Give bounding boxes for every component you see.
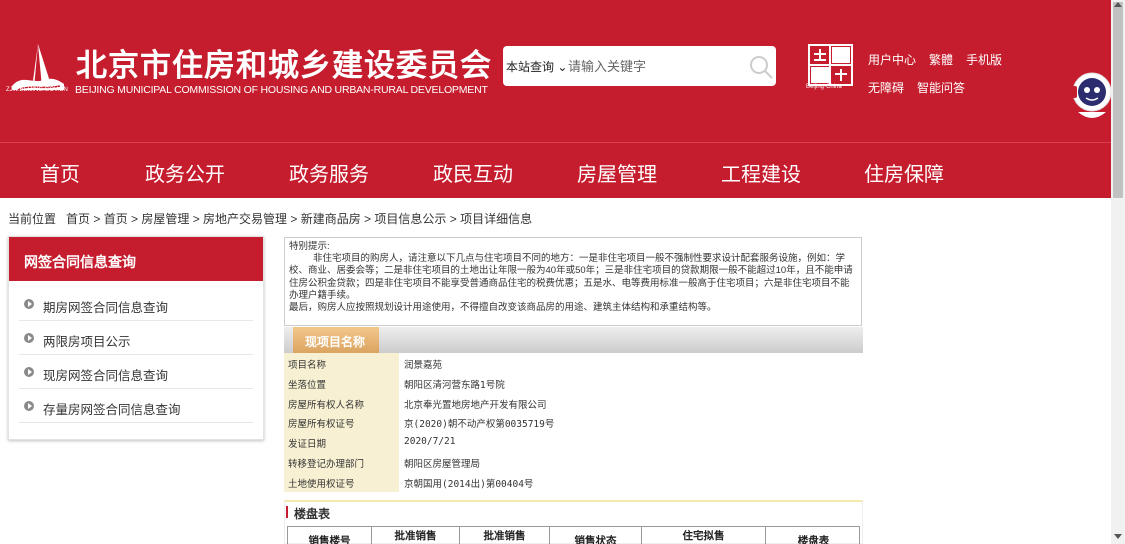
search-icon[interactable] bbox=[748, 54, 774, 80]
table-row: 房屋所有权人名称 北京奉光置地房地产开发有限公司 bbox=[284, 392, 863, 413]
assistant-robot-icon[interactable] bbox=[1068, 68, 1111, 124]
top-links-row-1: 用户中心 繁體 手机版 bbox=[868, 46, 1015, 74]
sidebar-item-label: 现房网签合同信息查询 bbox=[43, 369, 169, 383]
column-header: 批准销售 bbox=[372, 527, 460, 544]
row-label: 房屋所有权证号 bbox=[284, 412, 399, 433]
nav-engineering-construction[interactable]: 工程建设 bbox=[721, 158, 801, 187]
notice-heading: 特别提示: bbox=[289, 241, 330, 252]
breadcrumb-label: 当前位置 bbox=[8, 212, 57, 226]
row-label: 房屋所有权人名称 bbox=[284, 392, 399, 413]
row-label: 发证日期 bbox=[284, 432, 399, 452]
page: ZJW.BEIJING.GOV.CN 北京市住房和城乡建设委员会 BEIJING… bbox=[0, 0, 1125, 544]
table-row: 房屋所有权证号 京(2020)朝不动产权第0035719号 bbox=[284, 412, 863, 433]
sidebar-item-price-limited-housing[interactable]: 两限房项目公示 bbox=[19, 321, 253, 355]
arrow-bullet-icon bbox=[24, 367, 34, 377]
chevron-down-icon: ⌄ bbox=[554, 60, 568, 74]
project-detail-table: 项目名称 润景嘉苑 坐落位置 朝阳区清河营东路1号院 房屋所有权人名称 北京奉光置地房… bbox=[284, 353, 863, 492]
table-row: 项目名称 润景嘉苑 bbox=[284, 353, 863, 373]
row-value: 朝阳区清河营东路1号院 bbox=[404, 379, 505, 391]
nav-government-services[interactable]: 政务服务 bbox=[289, 158, 369, 187]
scrollbar-thumb[interactable] bbox=[1113, 2, 1123, 198]
table-row: 发证日期 2020/7/21 bbox=[284, 432, 863, 452]
nav-housing-security[interactable]: 住房保障 bbox=[864, 158, 944, 187]
scroll-up-icon[interactable] bbox=[1114, 2, 1122, 7]
notice-body: 非住宅项目的购房人，请注意以下几点与住宅项目不同的地方：一是非住宅项目一般不强制… bbox=[289, 253, 853, 301]
search-scope-label: 本站查询 bbox=[506, 60, 555, 74]
nav-housing-management[interactable]: 房屋管理 bbox=[577, 158, 657, 187]
arrow-bullet-icon bbox=[24, 401, 34, 411]
sidebar-item-label: 期房网签合同信息查询 bbox=[43, 301, 169, 315]
notice-last: 最后，购房人应按照规划设计用途使用，不得擅自改变该商品房的用途、建筑主体结构和承… bbox=[289, 302, 717, 314]
sidebar-item-label: 存量房网签合同信息查询 bbox=[43, 403, 181, 417]
arrow-bullet-icon bbox=[24, 333, 34, 343]
logo-domain: ZJW.BEIJING.GOV.CN bbox=[6, 87, 68, 93]
column-header: 销售楼号 bbox=[288, 527, 372, 544]
sidebar-item-existing-housing-contracts[interactable]: 存量房网签合同信息查询 bbox=[19, 389, 253, 423]
nav-public-interaction[interactable]: 政民互动 bbox=[433, 158, 513, 187]
sidebar: 网签合同信息查询 期房网签合同信息查询 两限房项目公示 现房网签合同信息查询 存… bbox=[8, 236, 264, 440]
table-row: 土地使用权证号 京朝国用(2014出)第00404号 bbox=[284, 471, 863, 492]
table-row: 坐落位置 朝阳区清河营东路1号院 bbox=[284, 372, 863, 393]
search-input[interactable] bbox=[568, 55, 738, 77]
search-scope-select[interactable]: 本站查询 ⌄ bbox=[506, 58, 567, 75]
building-table-title: 楼盘表 bbox=[285, 506, 331, 521]
arrow-bullet-icon bbox=[24, 299, 34, 309]
top-links: 用户中心 繁體 手机版 无障碍 智能问答 bbox=[868, 46, 1015, 102]
row-value: 朝阳区房屋管理局 bbox=[404, 458, 481, 470]
search-box: 本站查询 ⌄ bbox=[503, 46, 776, 86]
user-center-link[interactable]: 用户中心 bbox=[868, 53, 916, 67]
traditional-chinese-link[interactable]: 繁體 bbox=[929, 53, 953, 67]
building-table-header: 销售楼号 批准销售 批准销售 销售状态 住宅拟售 楼盘表 bbox=[287, 526, 860, 544]
sidebar-title: 网签合同信息查询 bbox=[9, 237, 263, 281]
column-header: 销售状态 bbox=[550, 527, 642, 544]
row-value: 京(2020)朝不动产权第0035719号 bbox=[404, 419, 555, 431]
smart-qa-link[interactable]: 智能问答 bbox=[917, 81, 965, 95]
breadcrumb-path[interactable]: 首页 > 首页 > 房屋管理 > 房地产交易管理 > 新建商品房 > 项目信息公… bbox=[66, 212, 532, 226]
row-label: 项目名称 bbox=[284, 353, 399, 373]
site-subtitle: BEIJING MUNICIPAL COMMISSION OF HOUSING … bbox=[75, 84, 488, 96]
column-header: 楼盘表 bbox=[797, 535, 830, 544]
row-label: 坐落位置 bbox=[284, 372, 399, 393]
row-value: 北京奉光置地房地产开发有限公司 bbox=[404, 399, 547, 411]
accessibility-link[interactable]: 无障碍 bbox=[868, 81, 904, 95]
main-nav: 首页 政务公开 政务服务 政民互动 房屋管理 工程建设 住房保障 bbox=[0, 142, 1111, 198]
scroll-down-icon[interactable] bbox=[1114, 534, 1122, 539]
column-header: 住宅拟售 bbox=[642, 527, 766, 544]
nav-government-affairs[interactable]: 政务公开 bbox=[145, 158, 225, 187]
section-tab-project-name: 现项目名称 bbox=[293, 327, 379, 353]
sidebar-item-completed-housing-contracts[interactable]: 现房网签合同信息查询 bbox=[19, 355, 253, 389]
nav-home[interactable]: 首页 bbox=[40, 158, 80, 187]
table-row: 转移登记办理部门 朝阳区房屋管理局 bbox=[284, 451, 863, 472]
row-value: 润景嘉苑 bbox=[404, 360, 443, 371]
site-title[interactable]: 北京市住房和城乡建设委员会 bbox=[76, 40, 492, 85]
sidebar-item-presale-contracts[interactable]: 期房网签合同信息查询 bbox=[19, 287, 253, 321]
column-header: 批准销售 bbox=[460, 527, 550, 544]
sidebar-item-label: 两限房项目公示 bbox=[43, 335, 131, 349]
row-value: 京朝国用(2014出)第00404号 bbox=[404, 478, 534, 490]
row-value: 2020/7/21 bbox=[404, 436, 456, 448]
mobile-version-link[interactable]: 手机版 bbox=[966, 53, 1002, 67]
site-header: ZJW.BEIJING.GOV.CN 北京市住房和城乡建设委员会 BEIJING… bbox=[0, 0, 1111, 142]
top-links-row-2: 无障碍 智能问答 bbox=[868, 74, 1015, 102]
special-notice: 特别提示: 非住宅项目的购房人，请注意以下几点与住宅项目不同的地方：一是非住宅项… bbox=[284, 237, 862, 326]
row-label: 土地使用权证号 bbox=[284, 471, 399, 492]
breadcrumb: 当前位置 首页 > 首页 > 房屋管理 > 房地产交易管理 > 新建商品房 > 项… bbox=[8, 210, 532, 227]
row-label: 转移登记办理部门 bbox=[284, 451, 399, 472]
capital-label: Beijing·China bbox=[806, 84, 842, 90]
